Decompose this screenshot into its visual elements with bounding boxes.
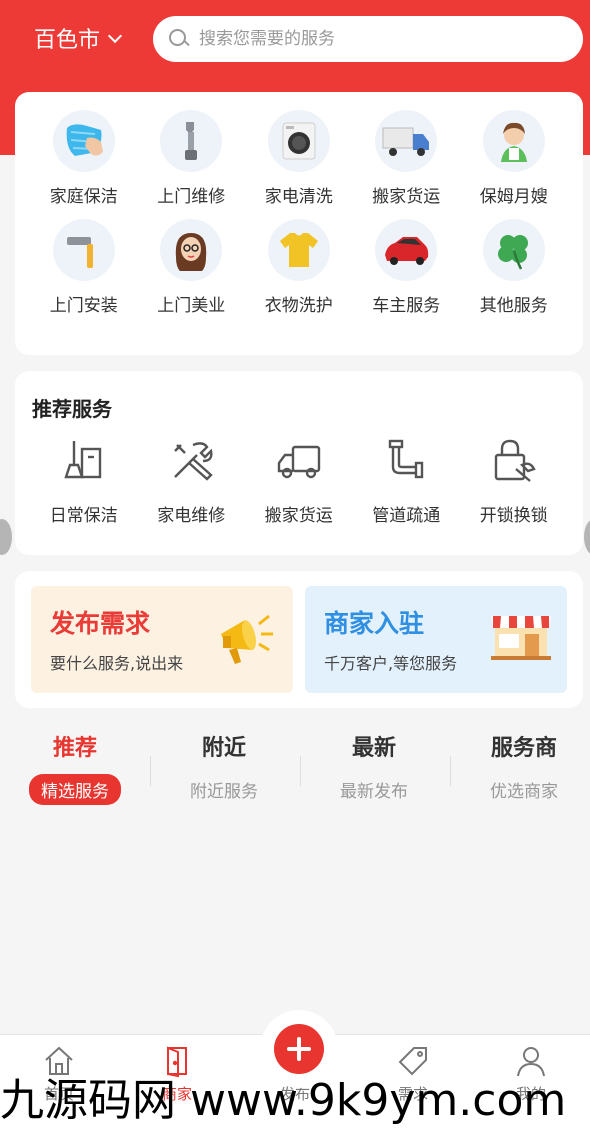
hammer-icon [52, 219, 115, 281]
recommend-label: 搬家货运 [264, 506, 333, 526]
chevron-down-icon [107, 28, 123, 43]
recommend-item-moving[interactable]: 搬家货运 [245, 435, 353, 526]
recommend-item-appliance-repair[interactable]: 家电维修 [138, 435, 246, 526]
tab-name: 最新 [351, 736, 396, 761]
category-label: 车主服务 [372, 296, 441, 316]
recommend-card: 推荐服务 日常保洁 家电维修 搬家货运 管道疏通 开锁换锁 [15, 371, 583, 555]
washing-machine-icon [267, 110, 330, 172]
delivery-truck-icon [273, 435, 325, 487]
category-moving[interactable]: 搬家货运 [353, 110, 461, 207]
wrench-icon [160, 110, 223, 172]
promo-subtitle: 千万客户,等您服务 [324, 654, 458, 673]
recommend-item-pipe[interactable]: 管道疏通 [353, 435, 461, 526]
tools-icon [165, 435, 217, 487]
category-other[interactable]: 其他服务 [460, 219, 568, 316]
broom-bucket-icon [58, 435, 110, 487]
tab-providers[interactable]: 服务商 优选商家 [449, 730, 590, 805]
category-label: 搬家货运 [372, 187, 441, 207]
truck-icon [375, 110, 438, 172]
tab-subtitle: 优选商家 [490, 782, 558, 802]
tab-subtitle: 附近服务 [190, 782, 258, 802]
megaphone-icon [215, 606, 279, 676]
promo-title: 发布需求 [50, 609, 151, 638]
recommend-label: 开锁换锁 [479, 506, 548, 526]
recommend-label: 管道疏通 [372, 506, 441, 526]
tab-subtitle: 精选服务 [29, 774, 121, 805]
category-install[interactable]: 上门安装 [30, 219, 138, 316]
beauty-girl-icon [160, 219, 223, 281]
city-selector[interactable]: 百色市 [34, 22, 123, 54]
recommend-label: 日常保洁 [49, 506, 118, 526]
tab-name: 服务商 [490, 736, 557, 761]
promo-subtitle: 要什么服务,说出来 [50, 654, 184, 673]
recommend-title: 推荐服务 [32, 397, 112, 421]
category-cleaning[interactable]: 家庭保洁 [30, 110, 138, 207]
carousel-edge-left [0, 519, 12, 555]
category-card: 家庭保洁 上门维修 家电清洗 搬家货运 保姆月嫂 上门安装 上门美业 衣物洗护 … [15, 92, 583, 355]
search-bar[interactable] [153, 16, 583, 62]
search-input[interactable] [199, 29, 559, 49]
tab-latest[interactable]: 最新 最新发布 [299, 730, 449, 805]
tab-name: 附近 [201, 736, 246, 761]
merchant-join-banner[interactable]: 商家入驻 千万客户,等您服务 [305, 586, 567, 693]
category-car[interactable]: 车主服务 [353, 219, 461, 316]
recommend-label: 家电维修 [157, 506, 226, 526]
nanny-icon [482, 110, 545, 172]
category-beauty[interactable]: 上门美业 [138, 219, 246, 316]
tab-subtitle: 最新发布 [340, 782, 408, 802]
category-appliance-wash[interactable]: 家电清洗 [245, 110, 353, 207]
category-label: 家电清洗 [264, 187, 333, 207]
tab-recommend[interactable]: 推荐 精选服务 [0, 730, 150, 805]
shop-icon [489, 606, 553, 666]
search-icon [169, 29, 189, 49]
car-icon [375, 219, 438, 281]
category-label: 衣物洗护 [264, 296, 333, 316]
category-label: 其他服务 [479, 296, 548, 316]
promo-title: 商家入驻 [324, 609, 425, 638]
pipe-icon [380, 435, 432, 487]
carousel-edge-right [584, 519, 590, 555]
category-label: 上门美业 [157, 296, 226, 316]
header: 百色市 [0, 0, 590, 78]
city-label: 百色市 [34, 28, 101, 53]
category-label: 保姆月嫂 [479, 187, 548, 207]
lock-wrench-icon [488, 435, 540, 487]
clover-icon [482, 219, 545, 281]
category-label: 家庭保洁 [49, 187, 118, 207]
recommend-item-locksmith[interactable]: 开锁换锁 [460, 435, 568, 526]
tshirt-icon [267, 219, 330, 281]
category-nanny[interactable]: 保姆月嫂 [460, 110, 568, 207]
recommend-item-cleaning[interactable]: 日常保洁 [30, 435, 138, 526]
publish-demand-banner[interactable]: 发布需求 要什么服务,说出来 [31, 586, 293, 693]
tab-name: 推荐 [52, 736, 97, 761]
watermark-text: 九源码网 www.9k9ym.com [0, 1075, 567, 1126]
cleaning-cloth-icon [52, 110, 115, 172]
category-label: 上门维修 [157, 187, 226, 207]
feed-tabs: 推荐 精选服务 附近 附近服务 最新 最新发布 服务商 优选商家 [0, 730, 590, 810]
category-label: 上门安装 [49, 296, 118, 316]
category-laundry[interactable]: 衣物洗护 [245, 219, 353, 316]
category-repair[interactable]: 上门维修 [138, 110, 246, 207]
tab-nearby[interactable]: 附近 附近服务 [149, 730, 299, 805]
promo-card: 发布需求 要什么服务,说出来 商家入驻 千万客户,等您服务 [15, 571, 583, 708]
